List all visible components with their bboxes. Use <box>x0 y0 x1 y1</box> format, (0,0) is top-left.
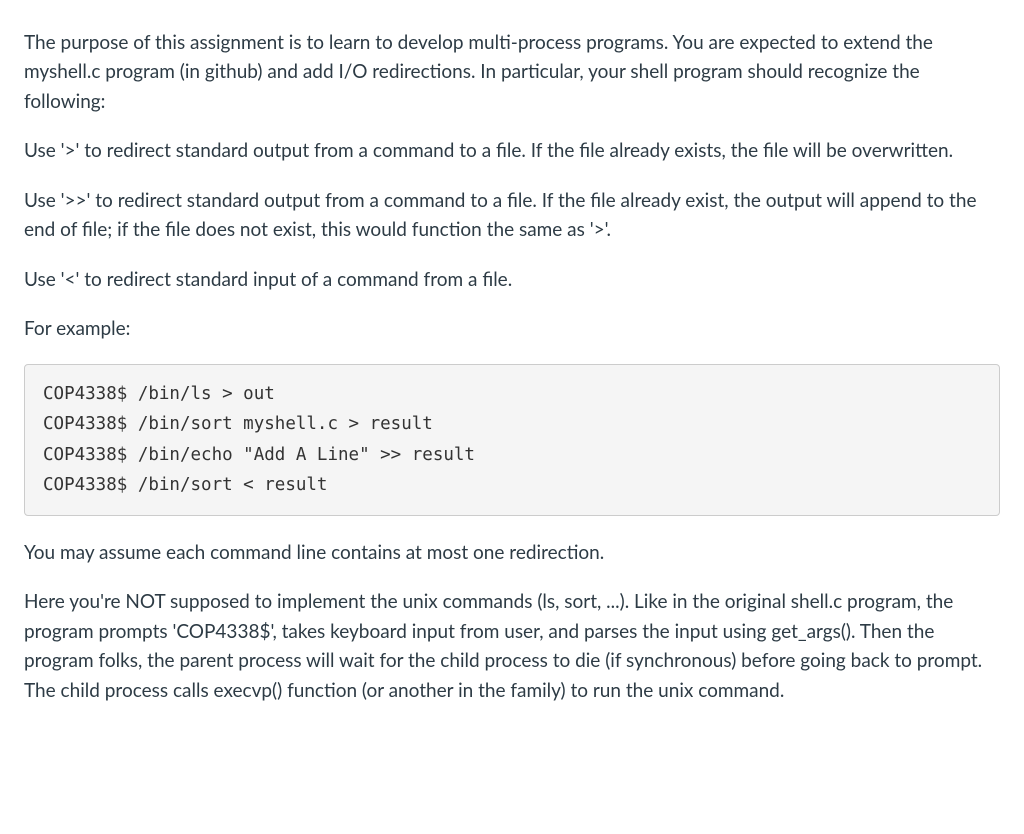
redirect-append-paragraph: Use '>>' to redirect standard output fro… <box>24 186 1000 245</box>
assumption-paragraph: You may assume each command line contain… <box>24 538 1000 567</box>
assignment-description: The purpose of this assignment is to lea… <box>24 28 1000 705</box>
intro-paragraph: The purpose of this assignment is to lea… <box>24 28 1000 116</box>
redirect-out-paragraph: Use '>' to redirect standard output from… <box>24 136 1000 165</box>
example-label: For example: <box>24 314 1000 343</box>
explanation-paragraph: Here you're NOT supposed to implement th… <box>24 587 1000 705</box>
redirect-in-paragraph: Use '<' to redirect standard input of a … <box>24 265 1000 294</box>
code-example-block: COP4338$ /bin/ls > out COP4338$ /bin/sor… <box>24 364 1000 517</box>
